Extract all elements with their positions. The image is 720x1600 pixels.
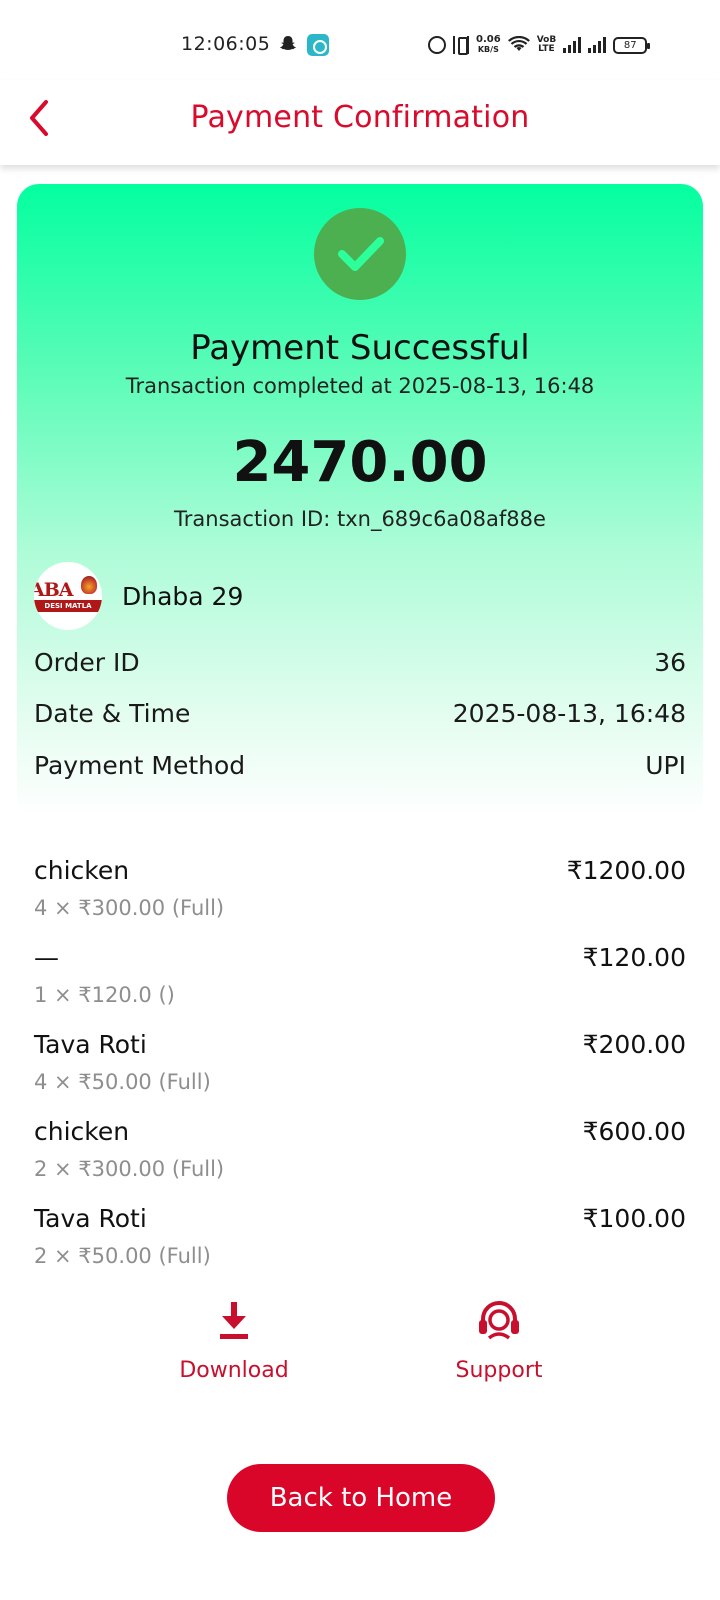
system-icons: 0.06 KB/S VoB LTE 87 — [428, 32, 651, 58]
page-title: Payment Confirmation — [190, 100, 530, 135]
info-label: Order ID — [34, 647, 140, 677]
info-row-order-id: Order ID 36 — [34, 642, 686, 682]
item-name: Tava Roti — [34, 1030, 147, 1059]
info-value: 36 — [654, 647, 686, 677]
info-row-date-time: Date & Time 2025-08-13, 16:48 — [34, 693, 686, 733]
signal-icon — [588, 37, 607, 53]
item-name: Tava Roti — [34, 1204, 147, 1233]
info-row-payment-method: Payment Method UPI — [34, 745, 686, 785]
info-value: 2025-08-13, 16:48 — [452, 698, 686, 728]
info-label: Date & Time — [34, 698, 191, 728]
item-total: ₹1200.00 — [566, 856, 686, 885]
item-detail: 2 × ₹300.00 (Full) — [34, 1157, 225, 1181]
restaurant-row: ABA DESI MATLA Dhaba 29 — [34, 561, 243, 631]
vibrate-icon — [453, 36, 469, 55]
item-detail: 4 × ₹300.00 (Full) — [34, 896, 225, 920]
transaction-completed-text: Transaction completed at 2025-08-13, 16:… — [125, 374, 595, 398]
app-header: Payment Confirmation — [0, 80, 720, 165]
download-button[interactable]: Download — [144, 1300, 324, 1383]
network-speed: 0.06 KB/S — [476, 34, 501, 55]
status-time: 12:06:05 — [181, 33, 271, 55]
item-name: — — [34, 943, 59, 972]
support-button[interactable]: Support — [409, 1300, 589, 1383]
list-item: chicken ₹1200.00 4 × ₹300.00 (Full) — [34, 852, 686, 939]
list-item: — ₹120.00 1 × ₹120.0 () — [34, 939, 686, 1026]
support-label: Support — [455, 1358, 543, 1383]
transaction-id: Transaction ID: txn_689c6a08af88e — [174, 507, 546, 531]
list-item: chicken ₹600.00 2 × ₹300.00 (Full) — [34, 1113, 686, 1200]
item-total: ₹200.00 — [582, 1030, 686, 1059]
alarm-icon — [428, 36, 446, 54]
back-to-home-button[interactable]: Back to Home — [227, 1464, 495, 1532]
check-circle-icon — [314, 208, 406, 300]
wifi-icon — [507, 36, 530, 51]
restaurant-logo: ABA DESI MATLA — [34, 562, 102, 630]
item-detail: 4 × ₹50.00 (Full) — [34, 1070, 211, 1094]
download-label: Download — [179, 1358, 289, 1383]
item-detail: 2 × ₹50.00 (Full) — [34, 1244, 211, 1268]
list-item: Tava Roti ₹100.00 2 × ₹50.00 (Full) — [34, 1200, 686, 1287]
payment-success-card: Payment Successful Transaction completed… — [17, 184, 703, 819]
restaurant-name: Dhaba 29 — [122, 581, 244, 611]
headset-support-icon — [479, 1301, 519, 1340]
item-total: ₹120.00 — [582, 943, 686, 972]
item-total: ₹600.00 — [582, 1117, 686, 1146]
order-items-list: chicken ₹1200.00 4 × ₹300.00 (Full) — ₹1… — [34, 852, 686, 1287]
item-total: ₹100.00 — [582, 1204, 686, 1233]
item-name: chicken — [34, 1117, 130, 1146]
list-item: Tava Roti ₹200.00 4 × ₹50.00 (Full) — [34, 1026, 686, 1113]
message-icon — [307, 34, 329, 56]
payment-amount: 2470.00 — [232, 430, 488, 495]
payment-status-title: Payment Successful — [190, 328, 530, 368]
item-name: chicken — [34, 856, 130, 885]
info-label: Payment Method — [34, 750, 246, 780]
signal-icon — [563, 37, 582, 53]
info-value: UPI — [645, 750, 686, 780]
item-detail: 1 × ₹120.0 () — [34, 983, 175, 1007]
battery-icon: 87 — [613, 36, 651, 54]
status-bar: 12:06:05 0.06 KB/S VoB LTE 87 — [0, 0, 720, 80]
download-icon — [220, 1302, 248, 1339]
volte-indicator: VoB LTE — [536, 35, 557, 54]
snapchat-icon — [280, 36, 296, 50]
